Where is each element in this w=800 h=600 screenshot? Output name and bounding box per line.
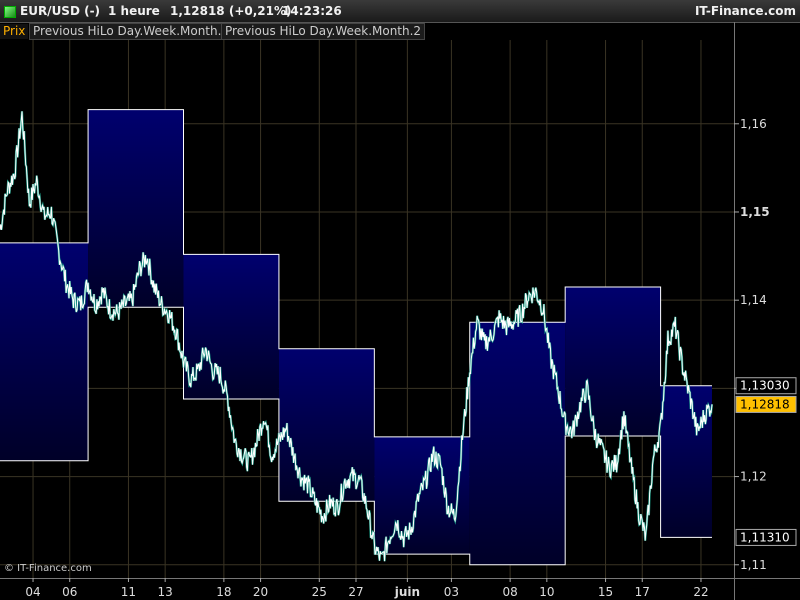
x-tick-label: 15 (598, 585, 613, 599)
x-tick-label: 27 (348, 585, 363, 599)
x-tick-label: 17 (635, 585, 650, 599)
x-tick-label: 04 (25, 585, 40, 599)
band-low-label: 1,11310 (740, 530, 790, 544)
y-tick-label: 1,15 (740, 205, 770, 219)
instrument-status-icon (4, 6, 16, 18)
price-chart[interactable]: 1,111,121,131,141,151,161,130301,113101,… (0, 22, 800, 600)
x-tick-label: 08 (502, 585, 517, 599)
x-tick-label: 06 (62, 585, 77, 599)
x-tick-label: 25 (312, 585, 327, 599)
hilo-band (0, 242, 89, 461)
hilo-band (660, 385, 712, 538)
time-label: 14:23:26 (282, 4, 342, 18)
y-tick-label: 1,11 (740, 558, 767, 572)
symbol-label[interactable]: EUR/USD (-) (20, 4, 100, 18)
hilo-band (183, 254, 279, 399)
date-axis: 04 06 11 13 18 20 25 27 juin 03 08 10 15 17 22 (25, 578, 709, 599)
x-tick-label: juin (394, 585, 420, 599)
quote-label: 1,12818 (+0,21%) (170, 4, 292, 18)
x-tick-label: 13 (158, 585, 173, 599)
title-bar: EUR/USD (-) 1 heure 1,12818 (+0,21%) 14:… (0, 0, 800, 23)
brand-label: IT-Finance.com (694, 4, 796, 18)
band-high-label: 1,13030 (740, 379, 790, 393)
x-tick-label: 20 (253, 585, 268, 599)
y-tick-label: 1,16 (740, 117, 767, 131)
y-tick-label: 1,14 (740, 293, 767, 307)
x-tick-label: 11 (121, 585, 136, 599)
x-tick-label: 22 (693, 585, 708, 599)
hilo-band (374, 436, 470, 555)
x-tick-label: 10 (539, 585, 554, 599)
y-tick-label: 1,12 (740, 470, 767, 484)
copyright-label: © IT-Finance.com (4, 563, 92, 574)
x-tick-label: 18 (216, 585, 231, 599)
x-tick-label: 03 (444, 585, 459, 599)
timeframe-label[interactable]: 1 heure (108, 4, 160, 18)
current-price-label: 1,12818 (740, 397, 790, 411)
